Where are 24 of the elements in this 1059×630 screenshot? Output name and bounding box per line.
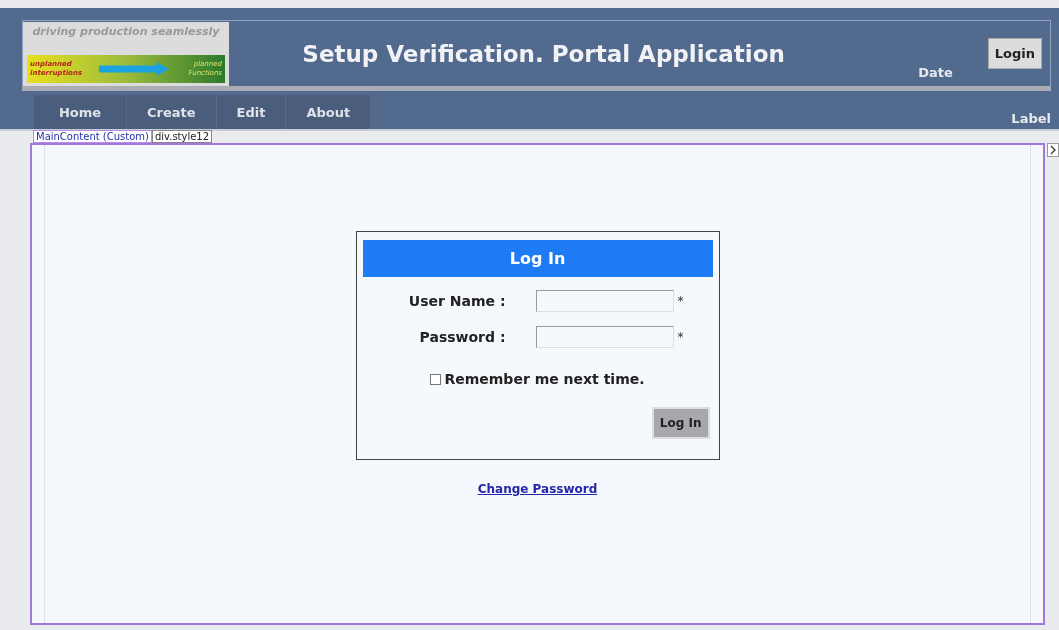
menu-item[interactable]: Edit <box>216 95 287 129</box>
menu-item[interactable]: Home <box>34 95 127 129</box>
input-field[interactable] <box>535 290 674 312</box>
checkbox-label: Remember me next time. <box>444 371 645 387</box>
required-mark: * <box>677 294 684 308</box>
submit-button[interactable]: Log In <box>651 407 710 439</box>
login-button[interactable]: Login <box>987 38 1042 69</box>
date-label: Date <box>918 65 953 80</box>
menu-item[interactable]: Create <box>127 95 217 129</box>
checkbox[interactable] <box>430 373 442 385</box>
designer-tag: MainContent (Custom) <box>33 130 152 143</box>
arrow-icon <box>99 60 169 77</box>
expand-icon[interactable] <box>1047 143 1059 157</box>
login-heading: Log In <box>362 240 713 277</box>
app-title: Setup Verification. Portal Application <box>301 40 786 67</box>
designer-tag: div.style12 <box>151 130 213 143</box>
menu-item[interactable]: About <box>286 95 372 129</box>
required-mark: * <box>677 330 684 344</box>
field-label: User Name : <box>407 293 506 309</box>
logo-slogan: driving production seamlessly <box>31 24 221 38</box>
input-field[interactable] <box>535 326 674 348</box>
menu-label: Label <box>1011 111 1051 126</box>
change-password-link[interactable]: Change Password <box>477 482 598 496</box>
field-label: Password : <box>418 329 506 345</box>
